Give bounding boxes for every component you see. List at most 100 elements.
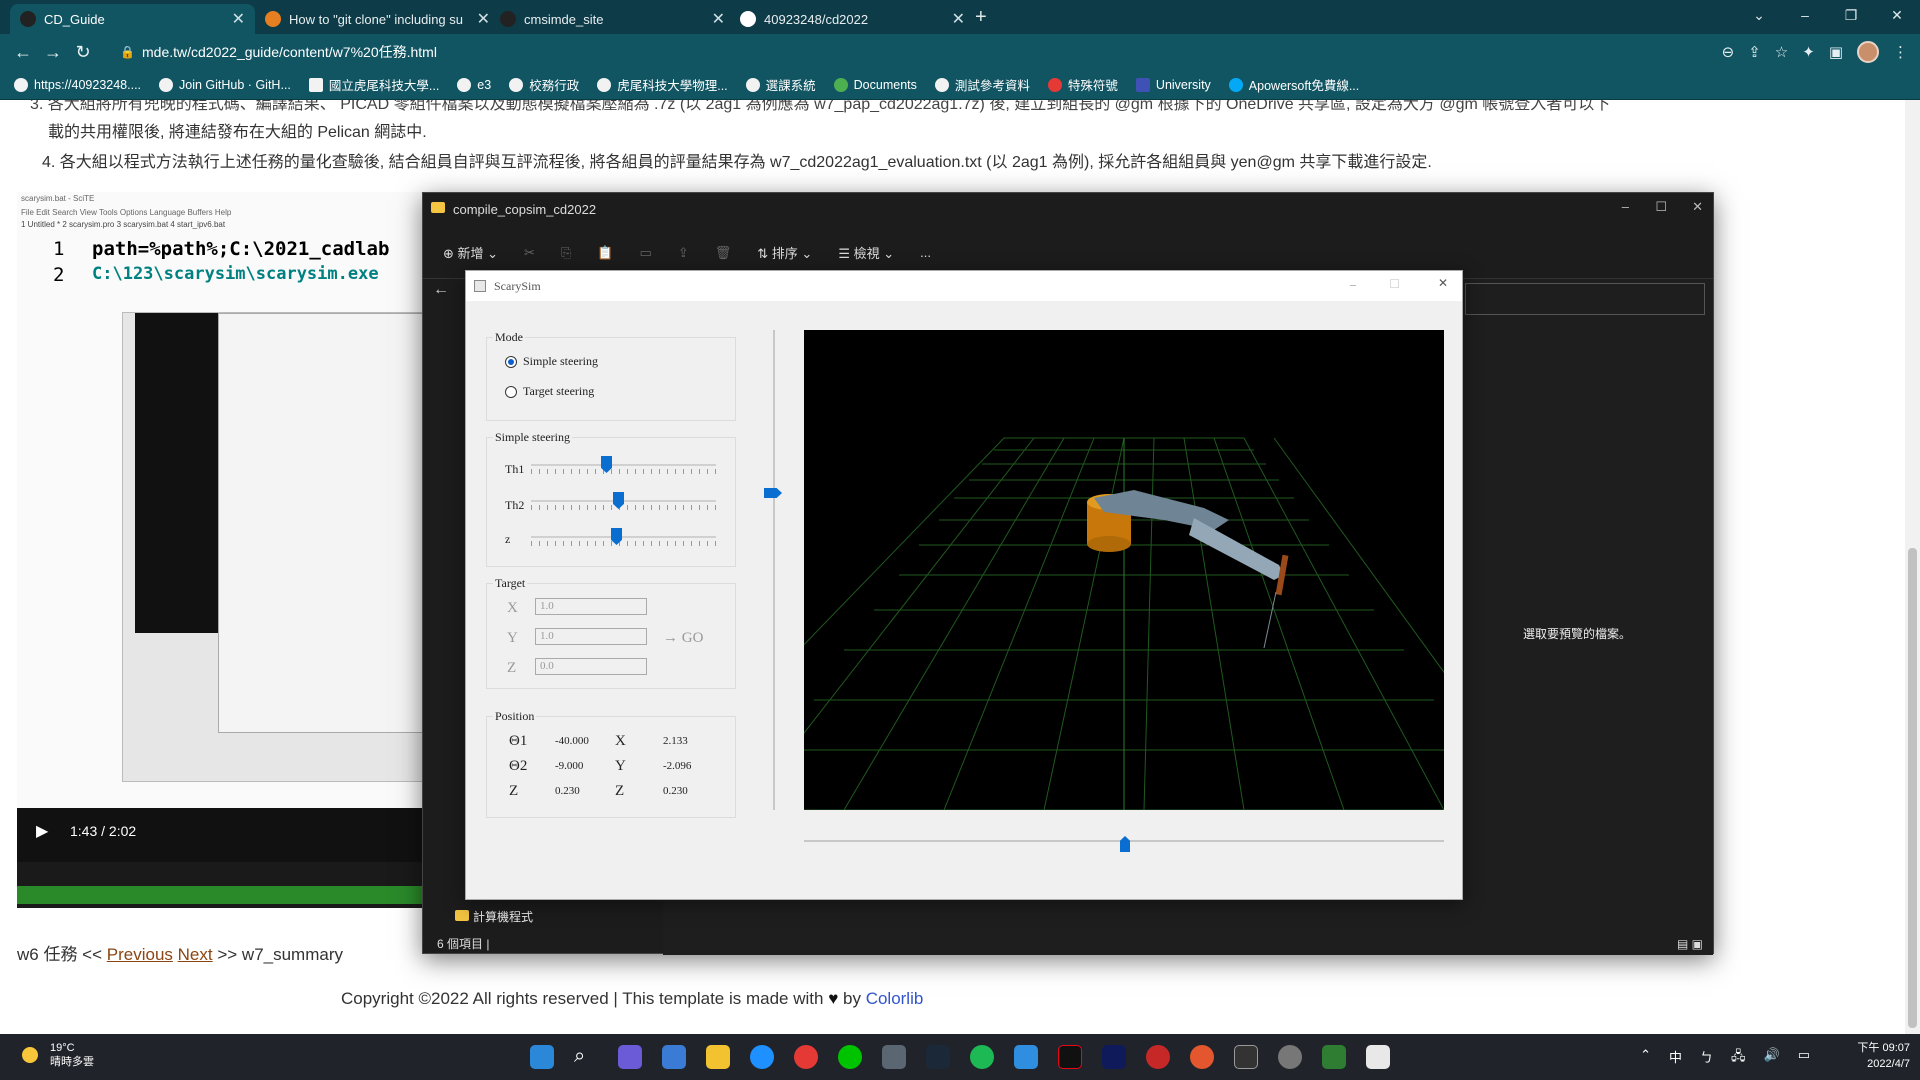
battery-icon[interactable]: ▭ [1798, 1047, 1810, 1069]
bookmark-item[interactable]: 測試參考資料 [934, 75, 1030, 94]
close-tab-icon[interactable]: ✕ [477, 9, 490, 29]
calculator-icon[interactable] [882, 1045, 906, 1069]
tab-search-icon[interactable]: ⌄ [1736, 0, 1782, 34]
th2-slider[interactable] [531, 492, 716, 512]
gallery-icon[interactable] [662, 1045, 686, 1069]
close-tab-icon[interactable]: ✕ [712, 9, 725, 29]
app-icon[interactable] [1146, 1045, 1170, 1069]
target-z-field[interactable]: 0.0 [535, 658, 647, 675]
tab-cd-guide[interactable]: CD_Guide ✕ [10, 4, 255, 34]
share-icon[interactable]: ⇪ [1748, 43, 1761, 61]
target-x-field[interactable]: 1.0 [535, 598, 647, 615]
go-button[interactable]: → GO [663, 630, 703, 647]
close-window-icon[interactable]: ✕ [1438, 276, 1448, 291]
close-tab-icon[interactable]: ✕ [232, 9, 245, 29]
radio-target-steering[interactable]: Target steering [505, 384, 594, 399]
restore-icon[interactable]: ❐ [1828, 0, 1874, 34]
tab-github-repo[interactable]: 40923248/cd2022 ✕ [730, 4, 975, 34]
forward-icon[interactable]: → [38, 42, 68, 63]
vertical-view-slider[interactable] [773, 330, 775, 810]
close-window-icon[interactable]: ✕ [1874, 0, 1920, 34]
terminal-icon[interactable] [1234, 1045, 1258, 1069]
delete-icon[interactable]: 🗑 [715, 245, 732, 261]
sidebar-icon[interactable]: ▣ [1829, 43, 1843, 61]
ime-indicator[interactable]: 中 [1669, 1047, 1682, 1069]
spotify-icon[interactable] [970, 1045, 994, 1069]
network-icon[interactable]: 🖧 [1731, 1047, 1746, 1069]
th1-slider[interactable] [531, 456, 716, 476]
clock[interactable]: 下午 09:07 2022/4/7 [1857, 1040, 1910, 1072]
more-button[interactable]: ... [920, 245, 931, 260]
radio-simple-steering[interactable]: Simple steering [505, 354, 598, 369]
reload-icon[interactable]: ↻ [68, 42, 98, 63]
extensions-icon[interactable]: ✦ [1802, 43, 1815, 61]
back-icon[interactable]: ← [433, 281, 449, 299]
view-button[interactable]: ☰ 檢視 ⌄ [838, 243, 894, 262]
video-player[interactable]: scarysim.bat - SciTE File Edit Search Vi… [17, 192, 427, 908]
bookmark-item[interactable]: 選課系統 [745, 75, 816, 94]
netflix-icon[interactable] [1058, 1045, 1082, 1069]
target-y-field[interactable]: 1.0 [535, 628, 647, 645]
bookmark-item[interactable]: Apowersoft免費線... [1228, 75, 1359, 94]
z-slider[interactable] [531, 528, 716, 548]
zoom-icon[interactable]: ⊖ [1722, 43, 1735, 61]
3d-viewport[interactable] [643, 330, 1545, 811]
volume-icon[interactable]: 🔊 [1764, 1047, 1780, 1069]
new-tab-button[interactable]: + [975, 6, 987, 29]
paste-icon[interactable]: 📋 [597, 245, 613, 261]
chrome-icon[interactable] [794, 1045, 818, 1069]
bookmark-item[interactable]: https://40923248.... [14, 77, 141, 92]
bookmark-star-icon[interactable]: ☆ [1775, 43, 1788, 61]
cut-icon[interactable]: ✂ [524, 245, 535, 261]
share-icon[interactable]: ⇪ [678, 245, 689, 261]
video-progress-bar[interactable] [17, 886, 427, 904]
back-icon[interactable]: ← [8, 42, 38, 63]
sort-button[interactable]: ⇅ 排序 ⌄ [757, 243, 812, 262]
scarysim-taskbar-icon[interactable] [1366, 1045, 1390, 1069]
bookmark-item[interactable]: University [1135, 77, 1211, 92]
profile-avatar[interactable] [1857, 41, 1879, 63]
bookmark-item[interactable]: 特殊符號 [1047, 75, 1118, 94]
rename-icon[interactable]: ▭ [640, 245, 652, 261]
sidebar-item-computer-programs[interactable]: 計算機程式 [455, 908, 533, 925]
edge-icon[interactable] [750, 1045, 774, 1069]
tab-cmsimde-site[interactable]: cmsimde_site ✕ [490, 4, 735, 34]
maximize-icon[interactable]: ☐ [1389, 277, 1400, 292]
maximize-icon[interactable]: ☐ [1655, 199, 1667, 215]
previous-link[interactable]: Previous [107, 945, 173, 964]
bookmark-item[interactable]: Join GitHub · GitH... [159, 77, 291, 92]
start-icon[interactable] [530, 1045, 554, 1069]
weather-widget[interactable]: 19°C 晴時多雲 [18, 1041, 94, 1069]
minimize-icon[interactable]: – [1350, 277, 1356, 292]
app-icon[interactable] [1278, 1045, 1302, 1069]
bookmark-item[interactable]: 國立虎尾科技大學... [308, 75, 439, 94]
close-tab-icon[interactable]: ✕ [952, 9, 965, 29]
search-icon[interactable]: ⌕ [574, 1045, 598, 1069]
view-toggle-icons[interactable]: ▤ ▣ [1677, 937, 1703, 951]
new-button[interactable]: ⊕ 新增 ⌄ [443, 243, 498, 262]
input-mode-icon[interactable]: ㄅ [1700, 1047, 1713, 1069]
bookmark-item[interactable]: 校務行政 [509, 75, 579, 94]
teams-icon[interactable] [618, 1045, 642, 1069]
bookmark-item[interactable]: Documents [833, 77, 917, 92]
steam-icon[interactable] [926, 1045, 950, 1069]
copy-icon[interactable]: ⎘ [561, 245, 571, 261]
chevron-up-icon[interactable]: ⌃ [1640, 1047, 1651, 1069]
disney-icon[interactable] [1102, 1045, 1126, 1069]
next-link[interactable]: Next [178, 945, 213, 964]
bookmark-item[interactable]: e3 [457, 77, 491, 92]
bookmark-item[interactable]: 虎尾科技大學物理... [597, 75, 728, 94]
minimize-icon[interactable]: – [1622, 199, 1629, 214]
play-icon[interactable]: ▶ [36, 821, 48, 841]
scrollbar-thumb[interactable] [1908, 548, 1917, 1028]
line-icon[interactable] [838, 1045, 862, 1069]
url-input[interactable]: 🔒 mde.tw/cd2022_guide/content/w7%20任務.ht… [110, 38, 1670, 66]
minimize-icon[interactable]: – [1782, 0, 1828, 34]
colorlib-link[interactable]: Colorlib [866, 989, 924, 1008]
onedrive-icon[interactable] [1014, 1045, 1038, 1069]
app-icon[interactable] [1322, 1045, 1346, 1069]
explorer-search-input[interactable] [1465, 283, 1705, 315]
close-window-icon[interactable]: ✕ [1692, 199, 1703, 215]
menu-icon[interactable]: ⋮ [1893, 43, 1908, 61]
chrome-canary-icon[interactable] [1190, 1045, 1214, 1069]
